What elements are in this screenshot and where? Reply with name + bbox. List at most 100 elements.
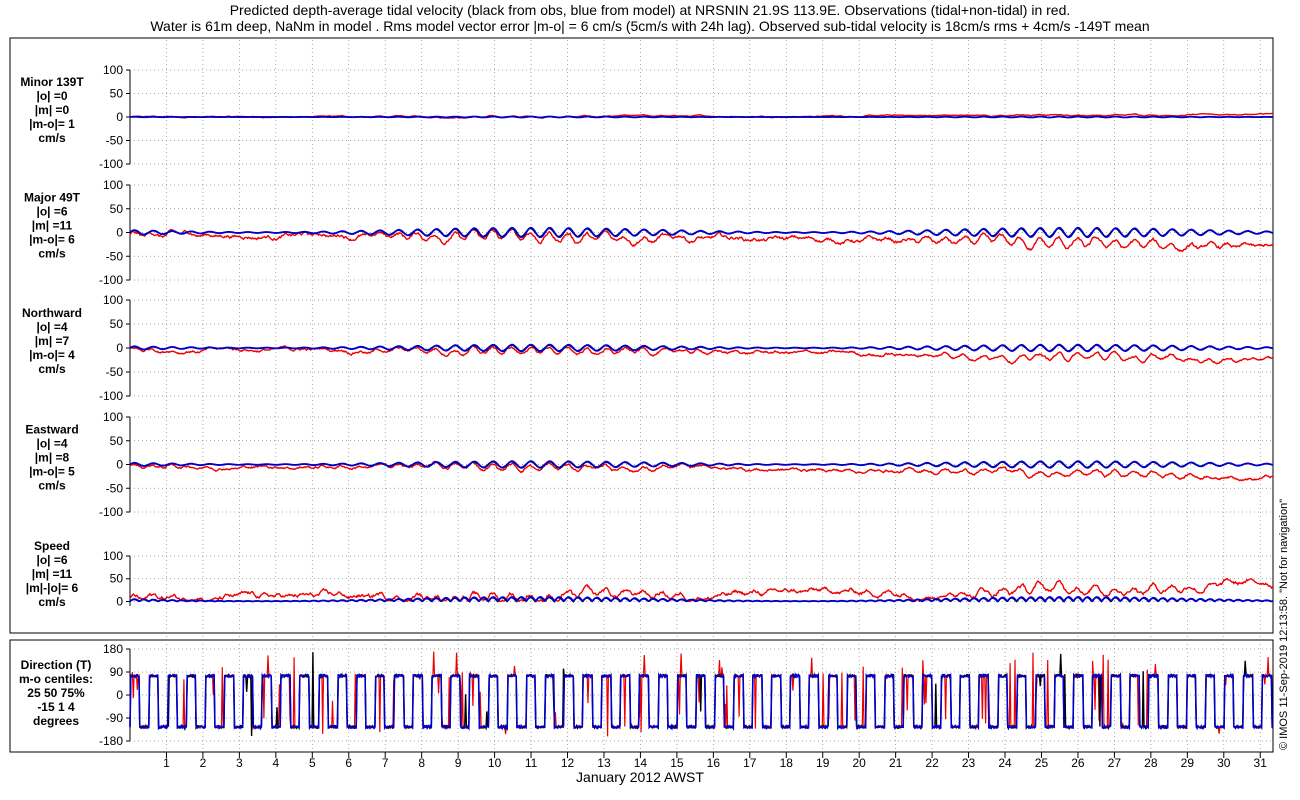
panel-label: |o| =6: [36, 205, 67, 219]
y-tick-label: -50: [106, 134, 124, 148]
y-tick-label: 50: [110, 202, 124, 216]
panel-label: cm/s: [38, 131, 66, 145]
y-tick-label: 180: [103, 642, 123, 656]
y-tick-label: 100: [103, 63, 123, 77]
copyright-note: © IMOS 11-Sep-2019 12:13:58. "Not for na…: [1278, 498, 1290, 750]
y-tick-label: 100: [103, 549, 123, 563]
y-tick-label: -100: [99, 389, 123, 403]
main-plot-frame: [9, 37, 1274, 634]
x-tick-label: 2: [200, 756, 207, 770]
panel-label: m-o centiles:: [19, 672, 93, 686]
y-tick-label: 50: [110, 572, 124, 586]
panel-label: |m| =11: [32, 219, 73, 233]
panel-label: |o| =0: [36, 89, 67, 103]
y-tick-label: 0: [116, 594, 123, 608]
x-tick-label: 23: [962, 756, 976, 770]
y-tick-label: -90: [106, 711, 124, 725]
y-tick-label: -100: [99, 157, 123, 171]
panel-label: 25 50 75%: [27, 686, 85, 700]
panel-label: |o| =6: [36, 553, 67, 567]
panel-label: cm/s: [38, 247, 66, 261]
x-tick-label: 19: [816, 756, 830, 770]
y-tick-label: 0: [116, 688, 123, 702]
x-tick-label: 25: [1035, 756, 1049, 770]
panel-label: |m-o|= 6: [29, 233, 75, 247]
y-tick-label: -180: [99, 734, 123, 748]
model-series-line: [129, 460, 1274, 469]
panel-label: |m| =11: [32, 567, 73, 581]
panel-label: cm/s: [38, 595, 66, 609]
panel-label: cm/s: [38, 362, 66, 376]
x-tick-label: 16: [707, 756, 721, 770]
y-tick-label: -50: [106, 481, 124, 495]
panel-label: |o| =4: [36, 437, 67, 451]
x-tick-label: 20: [853, 756, 867, 770]
y-tick-label: 0: [116, 110, 123, 124]
panel-label: -15 1 4: [37, 700, 75, 714]
x-tick-label: 21: [889, 756, 903, 770]
panel-label: Eastward: [25, 423, 78, 437]
y-tick-label: -50: [106, 365, 124, 379]
y-tick-label: 100: [103, 410, 123, 424]
y-tick-label: 100: [103, 178, 123, 192]
panel-5: 100 50 0 Speed|o| =6|m| =11|m|-|o|= 6cm/s: [26, 539, 1274, 609]
x-tick-label: 11: [525, 756, 538, 770]
x-tick-label: 12: [561, 756, 575, 770]
x-tick-label: 15: [670, 756, 684, 770]
x-tick-label: 31: [1254, 756, 1268, 770]
x-tick-label: 24: [998, 756, 1012, 770]
panel-label: |m-o|= 5: [29, 465, 75, 479]
y-tick-label: -100: [99, 505, 123, 519]
y-tick-label: 0: [116, 458, 123, 472]
x-tick-label: 22: [925, 756, 939, 770]
y-tick-label: 0: [116, 226, 123, 240]
x-tick-label: 29: [1181, 756, 1195, 770]
panel-label: |m| =7: [35, 334, 70, 348]
x-tick-label: 9: [455, 756, 462, 770]
panel-label: cm/s: [38, 479, 66, 493]
panel-label: Major 49T: [24, 191, 81, 205]
x-tick-label: 10: [488, 756, 502, 770]
x-tick-label: 1: [163, 756, 170, 770]
panel-label: |m|-|o|= 6: [26, 581, 79, 595]
x-tick-label: 5: [309, 756, 316, 770]
x-tick-label: 17: [743, 756, 757, 770]
panel-label: |m-o|= 4: [29, 348, 75, 362]
y-tick-label: 50: [110, 434, 124, 448]
panel-1: 100 50 0 -50 -100 Minor 139T|o| =0|m| =0|m-o|…: [20, 63, 1274, 171]
x-tick-label: 26: [1071, 756, 1085, 770]
panel-2: 100 50 0 -50 -100 Major 49T|o| =6|m| =11|m-o|…: [24, 178, 1274, 287]
x-tick-label: 27: [1108, 756, 1122, 770]
y-tick-label: -100: [99, 273, 123, 287]
x-tick-label: 13: [597, 756, 611, 770]
panel-label: Direction (T): [21, 658, 92, 672]
tidal-velocity-chart: 1 2 3 4 5 6 7 8 9 10 11 12 13 14 15 16 17 18 19 20 21 22 23 24 2…: [9, 37, 1274, 770]
x-tick-label: 8: [418, 756, 425, 770]
model-series-line: [129, 115, 1274, 119]
panel-label: Speed: [34, 539, 70, 553]
y-tick-label: 100: [103, 293, 123, 307]
panel-6: 180 90 0 -90 -180 Direction (T)m-o centiles:2…: [19, 642, 1274, 748]
y-tick-label: 50: [110, 317, 124, 331]
x-tick-label: 4: [272, 756, 279, 770]
panel-label: |m-o|= 1: [29, 117, 75, 131]
x-tick-label: 14: [634, 756, 648, 770]
panel-label: degrees: [33, 714, 79, 728]
model-series-line: [129, 343, 1274, 353]
x-tick-label: 28: [1144, 756, 1158, 770]
x-tick-label: 3: [236, 756, 243, 770]
x-tick-label: 7: [382, 756, 389, 770]
y-tick-label: 90: [110, 665, 124, 679]
panel-label: |m| =8: [35, 451, 70, 465]
x-tick-label: 30: [1217, 756, 1231, 770]
y-tick-label: -50: [106, 249, 124, 263]
observed-series-line: [129, 577, 1274, 603]
x-tick-label: 18: [780, 756, 794, 770]
x-tick-label: 6: [345, 756, 352, 770]
panel-3: 100 50 0 -50 -100 Northward|o| =4|m| =7|m-o|=…: [22, 293, 1274, 403]
x-grid: 1 2 3 4 5 6 7 8 9 10 11 12 13 14 15 16 17 18 19 20 21 22 23 24 2…: [163, 40, 1267, 770]
panel-label: Minor 139T: [20, 75, 84, 89]
panel-label: |o| =4: [36, 320, 67, 334]
x-axis-label: January 2012 AWST: [576, 769, 704, 785]
y-tick-label: 50: [110, 87, 124, 101]
